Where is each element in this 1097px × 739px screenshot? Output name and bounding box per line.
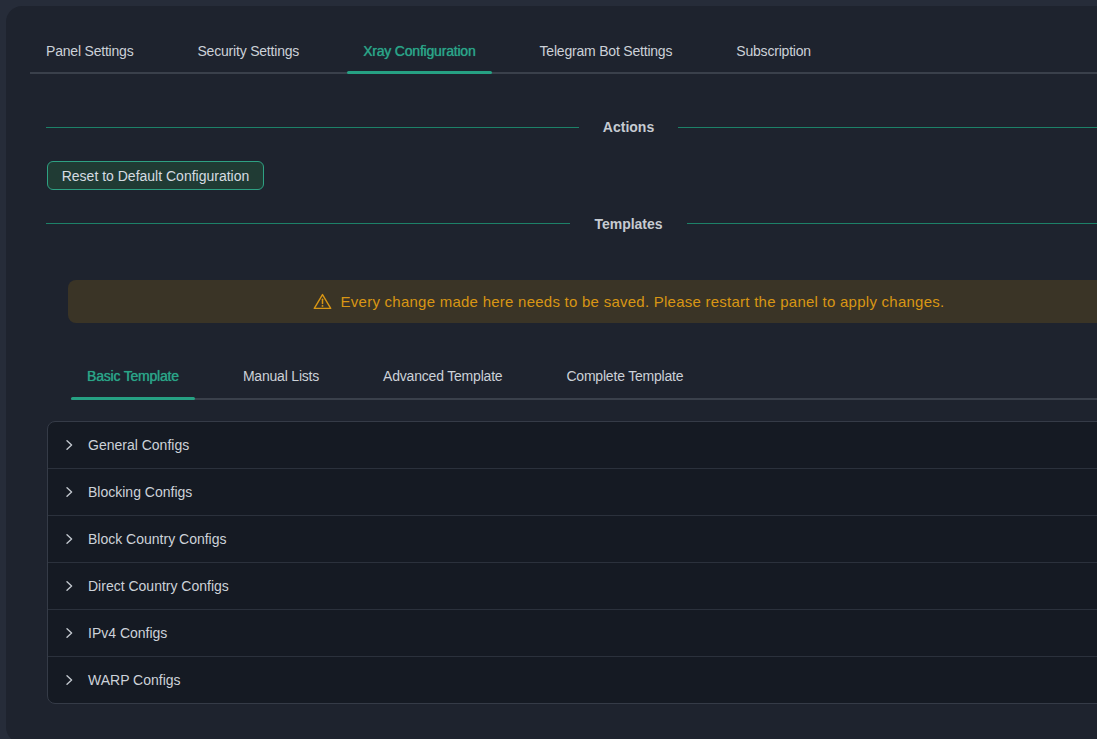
tab-advanced-template[interactable]: Advanced Template xyxy=(367,354,518,398)
collapse-general-configs[interactable]: General Configs xyxy=(48,422,1097,468)
collapse-item-label: IPv4 Configs xyxy=(88,625,167,641)
collapse-block-country-configs[interactable]: Block Country Configs xyxy=(48,515,1097,562)
template-collapse-list: General Configs Blocking Configs Block C… xyxy=(47,421,1097,704)
warning-triangle-icon xyxy=(313,293,332,310)
tab-security-settings[interactable]: Security Settings xyxy=(181,29,315,72)
chevron-right-icon xyxy=(63,439,75,451)
collapse-warp-configs[interactable]: WARP Configs xyxy=(48,656,1097,703)
templates-divider: Templates xyxy=(46,210,1097,238)
collapse-direct-country-configs[interactable]: Direct Country Configs xyxy=(48,562,1097,609)
collapse-item-label: WARP Configs xyxy=(88,672,181,688)
reset-to-default-button[interactable]: Reset to Default Configuration xyxy=(47,161,264,190)
divider-line-left xyxy=(46,223,570,224)
tab-telegram-bot-settings[interactable]: Telegram Bot Settings xyxy=(524,29,689,72)
settings-tab-bar: Panel Settings Security Settings Xray Co… xyxy=(30,29,1097,74)
collapse-item-label: Blocking Configs xyxy=(88,484,192,500)
tab-subscription[interactable]: Subscription xyxy=(720,29,827,72)
collapse-item-label: Block Country Configs xyxy=(88,531,227,547)
tab-basic-template[interactable]: Basic Template xyxy=(71,354,195,398)
collapse-ipv4-configs[interactable]: IPv4 Configs xyxy=(48,609,1097,656)
divider-line-right xyxy=(678,127,1097,128)
actions-divider-label: Actions xyxy=(579,119,678,135)
restart-warning-text: Every change made here needs to be saved… xyxy=(341,293,945,310)
tab-complete-template[interactable]: Complete Template xyxy=(550,354,699,398)
chevron-right-icon xyxy=(63,627,75,639)
templates-divider-label: Templates xyxy=(570,216,686,232)
chevron-right-icon xyxy=(63,486,75,498)
collapse-item-label: General Configs xyxy=(88,437,189,453)
restart-warning-alert: Every change made here needs to be saved… xyxy=(68,280,1097,323)
tab-panel-settings[interactable]: Panel Settings xyxy=(30,29,149,72)
settings-card: Panel Settings Security Settings Xray Co… xyxy=(6,6,1097,739)
tab-manual-lists[interactable]: Manual Lists xyxy=(227,354,335,398)
collapse-blocking-configs[interactable]: Blocking Configs xyxy=(48,468,1097,515)
tab-xray-configuration[interactable]: Xray Configuration xyxy=(347,29,491,72)
chevron-right-icon xyxy=(63,533,75,545)
divider-line-right xyxy=(687,223,1097,224)
template-tab-bar: Basic Template Manual Lists Advanced Tem… xyxy=(71,354,1097,400)
collapse-item-label: Direct Country Configs xyxy=(88,578,229,594)
divider-line-left xyxy=(46,127,579,128)
chevron-right-icon xyxy=(63,674,75,686)
actions-divider: Actions xyxy=(46,113,1097,141)
chevron-right-icon xyxy=(63,580,75,592)
